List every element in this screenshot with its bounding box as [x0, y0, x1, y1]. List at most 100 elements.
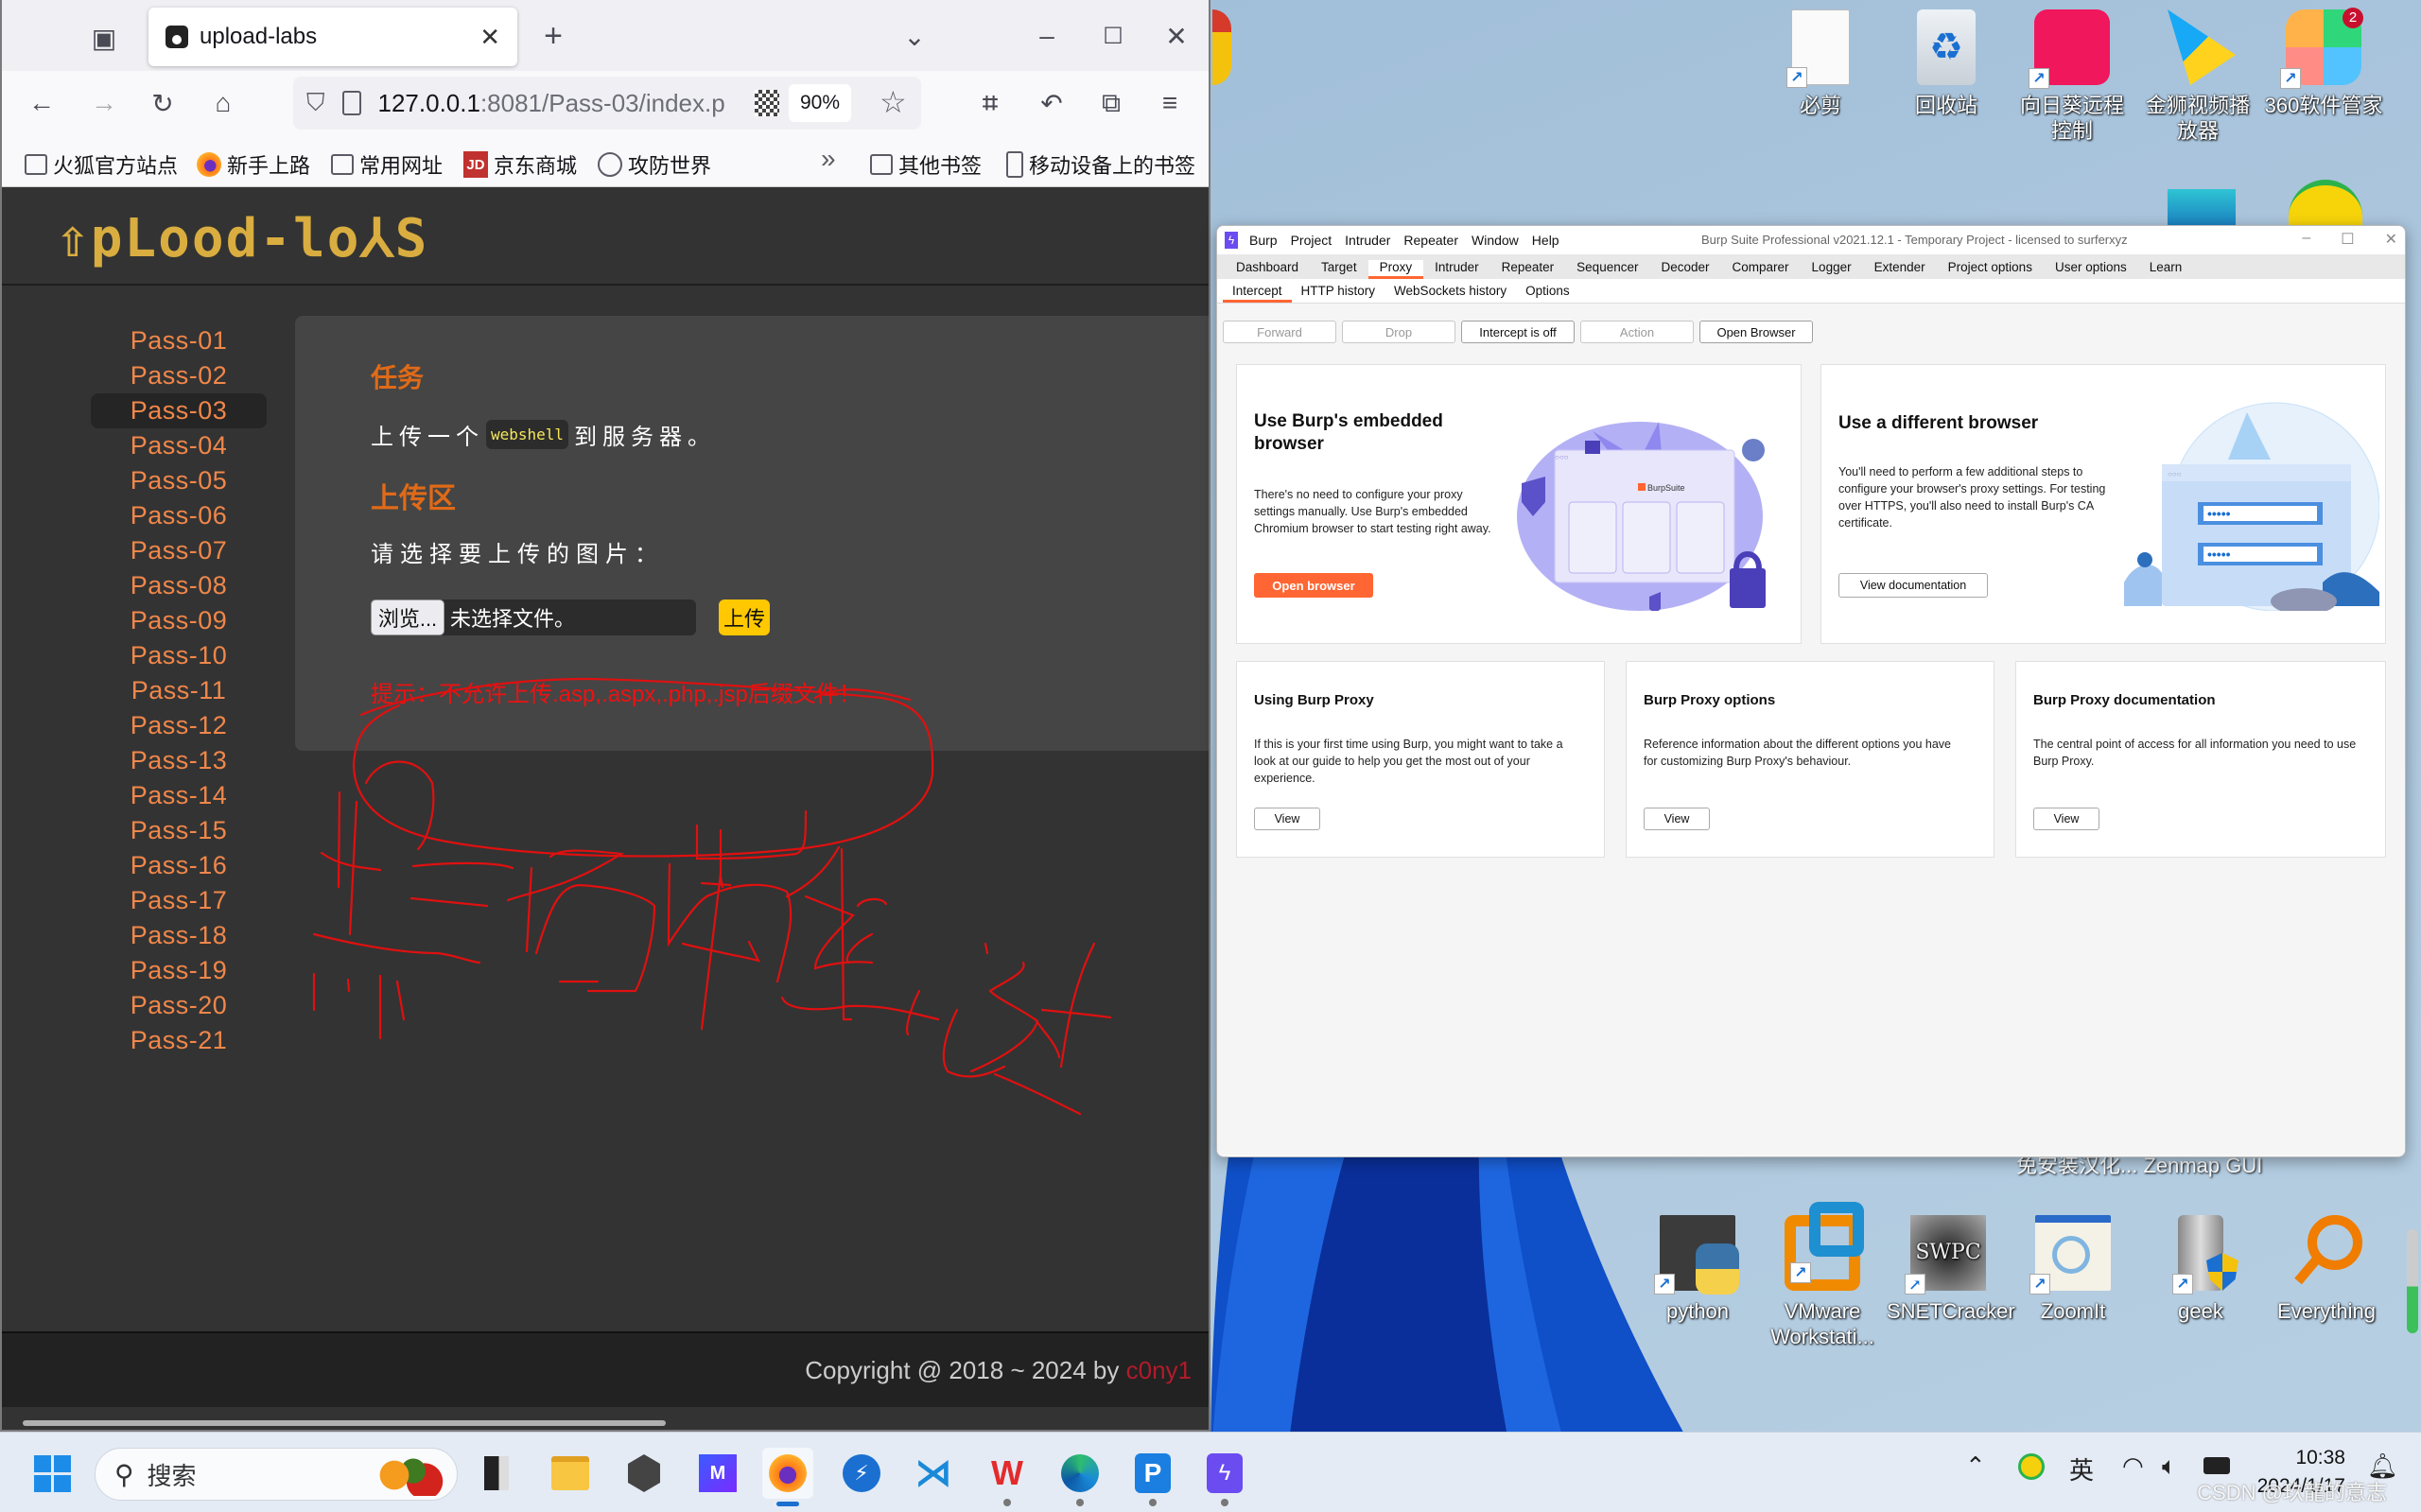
- nav-item-pass-05[interactable]: Pass-05: [91, 463, 267, 498]
- mobile-bookmarks[interactable]: 移动设备上的书签: [1006, 149, 1195, 180]
- nav-item-pass-15[interactable]: Pass-15: [91, 813, 267, 848]
- nav-item-pass-03[interactable]: Pass-03: [91, 393, 267, 428]
- close-window-icon[interactable]: ✕: [1158, 17, 1195, 55]
- desktop-icon-recycle-bin[interactable]: ♻ 回收站: [1885, 9, 2008, 118]
- nav-item-pass-21[interactable]: Pass-21: [91, 1023, 267, 1058]
- maximize-icon[interactable]: ☐: [1094, 17, 1132, 55]
- desktop-icon-chrome-partial[interactable]: [1212, 9, 1231, 85]
- qr-code-icon[interactable]: [755, 90, 779, 116]
- desktop-icon-360-software[interactable]: 2 ↗ 360软件管家: [2262, 8, 2385, 118]
- desktop-icon-geek[interactable]: ↗ geek: [2139, 1215, 2262, 1324]
- battery-icon[interactable]: [2203, 1457, 2230, 1474]
- burp-menu-intruder[interactable]: Intruder: [1345, 233, 1390, 248]
- close-window-icon[interactable]: ✕: [2385, 230, 2397, 249]
- desktop-icon-zoomit[interactable]: ↗ ZoomIt: [2012, 1215, 2134, 1324]
- nav-item-pass-14[interactable]: Pass-14: [91, 778, 267, 813]
- 360-tray-icon[interactable]: [2018, 1453, 2045, 1480]
- desktop-icon-everything[interactable]: Everything: [2265, 1215, 2388, 1324]
- proxy-subtab-http-history[interactable]: HTTP history: [1292, 284, 1385, 303]
- other-bookmarks[interactable]: 其他书签: [870, 149, 982, 180]
- burp-menu-burp[interactable]: Burp: [1249, 233, 1278, 248]
- desktop-icon-teal-partial[interactable]: [2168, 189, 2236, 227]
- burp-tab-decoder[interactable]: Decoder: [1649, 260, 1720, 279]
- bookmark-item[interactable]: 攻防世界: [598, 149, 711, 180]
- page-info-icon[interactable]: [341, 91, 361, 115]
- author-link[interactable]: c0ny1: [1126, 1356, 1192, 1384]
- desktop-icon-vmware[interactable]: ↗ VMware Workstati...: [1761, 1202, 1884, 1349]
- forward-button[interactable]: Forward: [1223, 321, 1336, 343]
- upload-labs-logo[interactable]: ⇧pLood-lo⅄S: [57, 208, 428, 269]
- browse-button[interactable]: 浏览...: [371, 600, 444, 635]
- taskbar-vscode[interactable]: ⋊: [908, 1448, 959, 1499]
- burp-tab-user-options[interactable]: User options: [2044, 260, 2138, 279]
- view-button[interactable]: View: [1644, 808, 1710, 830]
- proxy-subtab-options[interactable]: Options: [1516, 284, 1579, 303]
- screenshot-crop-icon[interactable]: ⌗: [971, 84, 1009, 122]
- view-button[interactable]: View: [1254, 808, 1320, 830]
- open-browser-button[interactable]: Open Browser: [1699, 321, 1813, 343]
- zoom-level-badge[interactable]: 90%: [789, 84, 851, 122]
- nav-item-pass-12[interactable]: Pass-12: [91, 708, 267, 743]
- taskbar-app-p[interactable]: P: [1127, 1448, 1178, 1506]
- view-documentation-button[interactable]: View documentation: [1838, 573, 1988, 598]
- home-icon[interactable]: ⌂: [204, 84, 242, 122]
- desktop-scroll-indicator[interactable]: [2407, 1229, 2418, 1333]
- nav-item-pass-20[interactable]: Pass-20: [91, 988, 267, 1023]
- nav-item-pass-09[interactable]: Pass-09: [91, 603, 267, 638]
- minimize-icon[interactable]: –: [2302, 230, 2310, 249]
- taskbar-firefox[interactable]: [762, 1448, 813, 1506]
- burp-tab-project-options[interactable]: Project options: [1937, 260, 2044, 279]
- view-button[interactable]: View: [2033, 808, 2099, 830]
- nav-item-pass-01[interactable]: Pass-01: [91, 323, 267, 358]
- upload-button[interactable]: 上传: [719, 600, 770, 635]
- desktop-icon-snetcracker[interactable]: SWPC ↗ SNETCracker: [1887, 1215, 2015, 1324]
- taskbar-search[interactable]: ⚲ 搜索: [95, 1448, 458, 1501]
- taskbar-wps[interactable]: W: [982, 1448, 1033, 1506]
- nav-item-pass-08[interactable]: Pass-08: [91, 568, 267, 603]
- start-button[interactable]: [26, 1448, 78, 1499]
- burp-tab-comparer[interactable]: Comparer: [1721, 260, 1801, 279]
- tab-upload-labs[interactable]: upload-labs ✕: [148, 8, 517, 66]
- taskbar-app-hexagon[interactable]: [618, 1448, 670, 1499]
- bookmark-item[interactable]: 火狐官方站点: [25, 149, 178, 180]
- taskbar-burp[interactable]: ϟ: [1199, 1448, 1250, 1506]
- extensions-icon[interactable]: ⧉: [1092, 84, 1130, 122]
- intercept-toggle-button[interactable]: Intercept is off: [1461, 321, 1575, 343]
- nav-item-pass-13[interactable]: Pass-13: [91, 743, 267, 778]
- bookmark-star-icon[interactable]: ☆: [880, 84, 907, 120]
- nav-item-pass-06[interactable]: Pass-06: [91, 498, 267, 533]
- new-tab-icon[interactable]: +: [534, 17, 572, 55]
- burp-menu-help[interactable]: Help: [1532, 233, 1559, 248]
- taskbar-file-explorer[interactable]: [545, 1448, 596, 1499]
- wifi-icon[interactable]: ◠: [2122, 1451, 2144, 1481]
- proxy-subtab-websockets-history[interactable]: WebSockets history: [1385, 284, 1516, 303]
- burp-tab-sequencer[interactable]: Sequencer: [1565, 260, 1649, 279]
- desktop-icon-python[interactable]: ↗ python: [1636, 1215, 1759, 1324]
- desktop-icon-360-partial[interactable]: [2289, 180, 2362, 227]
- desktop-icon-bijian[interactable]: ↗ 必剪: [1759, 9, 1882, 118]
- undo-arrow-icon[interactable]: ↶: [1033, 84, 1071, 122]
- drop-button[interactable]: Drop: [1342, 321, 1455, 343]
- nav-item-pass-17[interactable]: Pass-17: [91, 883, 267, 918]
- taskbar-edge[interactable]: [1054, 1448, 1106, 1506]
- maximize-icon[interactable]: ☐: [2341, 230, 2354, 249]
- list-tabs-chevron-icon[interactable]: ⌄: [896, 17, 933, 55]
- nav-item-pass-02[interactable]: Pass-02: [91, 358, 267, 393]
- burp-menu-window[interactable]: Window: [1472, 233, 1519, 248]
- desktop-icon-sunlogin[interactable]: ↗ 向日葵远程控制: [2011, 9, 2134, 144]
- ime-indicator[interactable]: 英: [2069, 1451, 2094, 1486]
- nav-item-pass-11[interactable]: Pass-11: [91, 673, 267, 708]
- forward-icon[interactable]: →: [85, 84, 123, 122]
- firefox-view-icon[interactable]: ▣: [85, 19, 123, 57]
- minimize-icon[interactable]: –: [1028, 17, 1066, 55]
- burp-tab-extender[interactable]: Extender: [1863, 260, 1937, 279]
- burp-tab-intruder[interactable]: Intruder: [1423, 260, 1490, 279]
- file-input[interactable]: 浏览... 未选择文件。: [371, 600, 696, 635]
- back-icon[interactable]: ←: [23, 84, 61, 122]
- burp-tab-proxy[interactable]: Proxy: [1367, 260, 1424, 279]
- bookmark-item[interactable]: 常用网址: [331, 149, 443, 180]
- burp-menu-project[interactable]: Project: [1291, 233, 1332, 248]
- bookmarks-overflow-button[interactable]: »: [821, 144, 836, 174]
- desktop-icon-video-player[interactable]: 金狮视频播放器: [2136, 9, 2259, 144]
- open-browser-card-button[interactable]: Open browser: [1254, 573, 1373, 598]
